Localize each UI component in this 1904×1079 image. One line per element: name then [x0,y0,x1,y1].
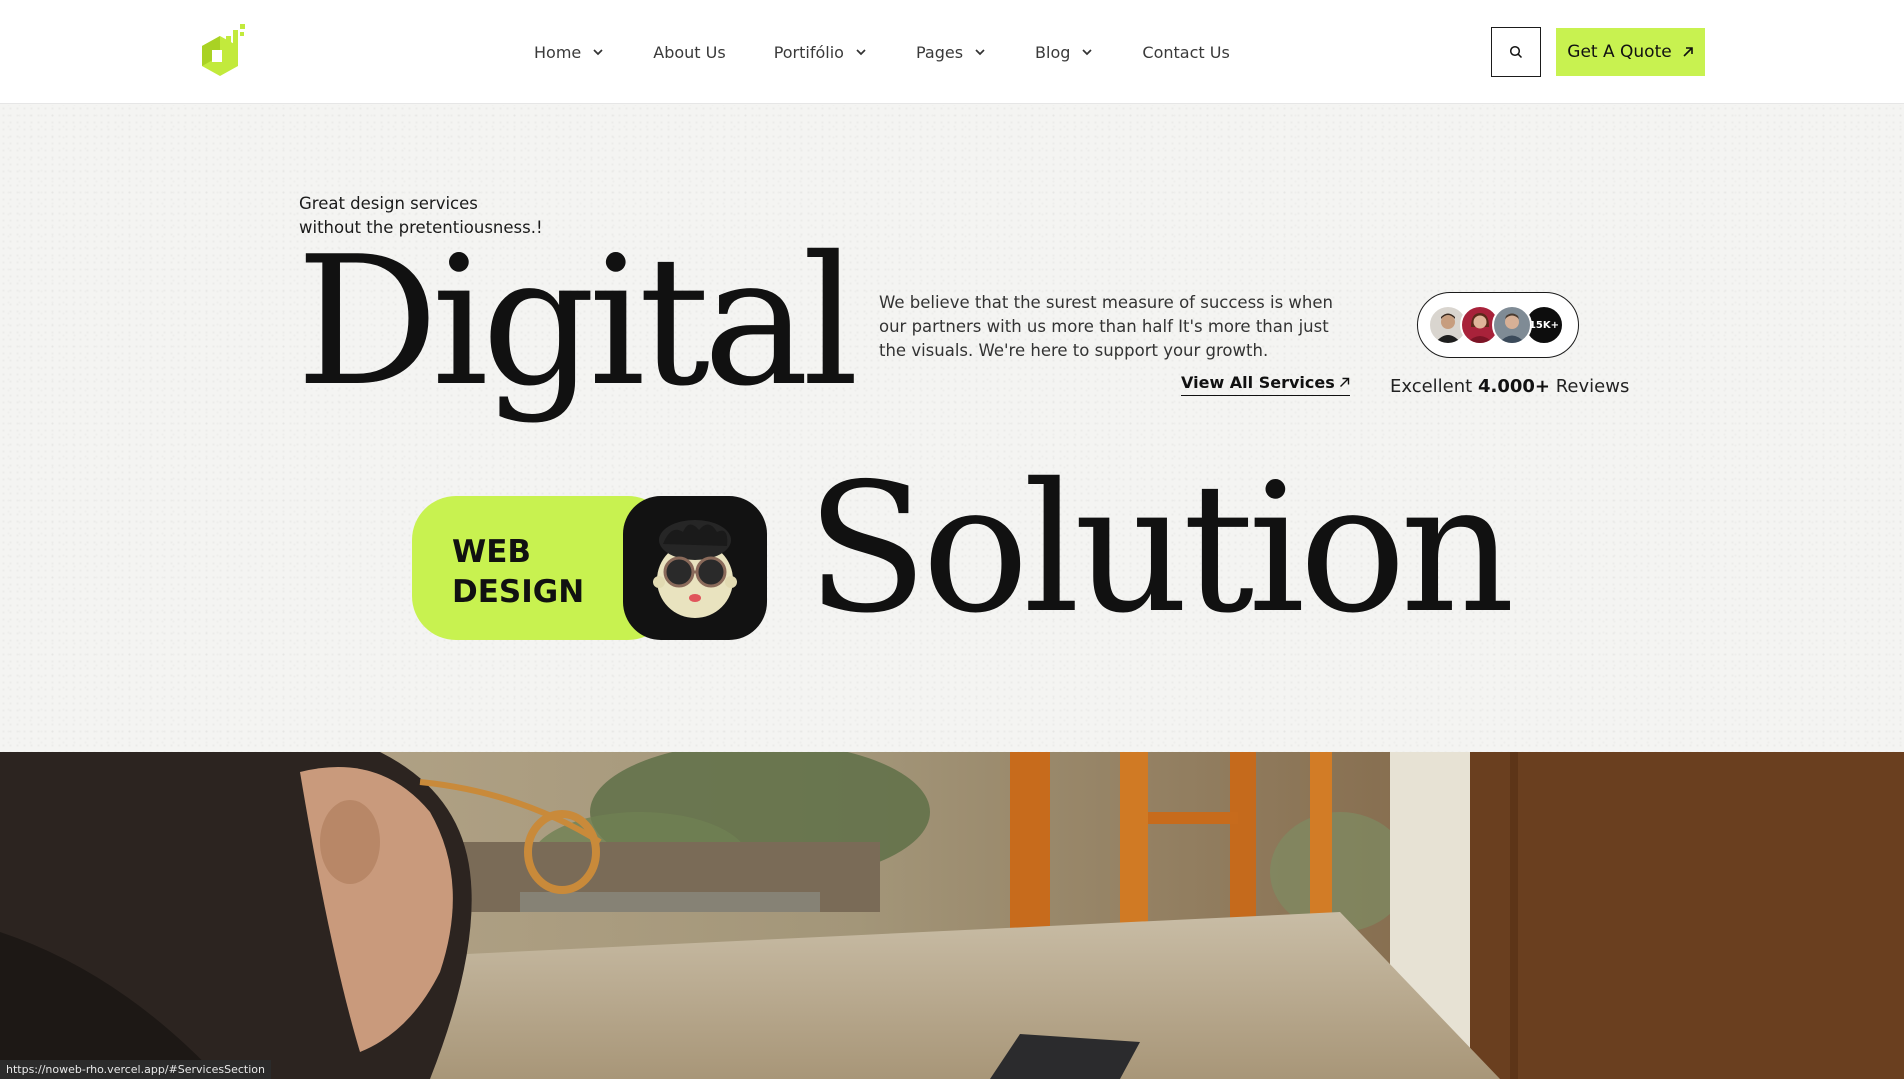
arrow-up-right-icon [1683,47,1693,57]
chevron-down-icon [975,49,985,56]
site-header: Home About Us Portifólio Pages Blog Cont… [0,0,1904,104]
headline-word-digital: Digital [296,218,859,425]
brand-logo-icon[interactable] [198,22,248,82]
reviews-suffix: Reviews [1555,376,1630,397]
reviewer-avatars: 15K+ [1417,292,1579,358]
reviews-number: 4.000+ [1477,376,1550,397]
nav-item-contact[interactable]: Contact Us [1142,43,1229,62]
chevron-down-icon [856,49,866,56]
nav-item-portfolio[interactable]: Portifólio [774,43,868,62]
main-nav: Home About Us Portifólio Pages Blog Cont… [534,0,1278,104]
view-all-services-label: View All Services [1181,373,1335,392]
nav-item-label: About Us [653,42,726,62]
search-button[interactable] [1491,27,1541,77]
nav-item-label: Pages [915,42,964,62]
reviews-prefix: Excellent [1390,376,1473,397]
character-avatar-tile [623,496,767,640]
arrow-up-right-icon [1339,377,1349,387]
hero-photo [0,752,1904,1079]
character-avatar-icon [653,520,737,618]
nav-item-label: Blog [1035,42,1071,62]
nav-item-pages[interactable]: Pages [916,43,987,62]
view-all-services-link[interactable]: View All Services [1181,373,1350,396]
nav-item-label: Portifólio [773,42,844,62]
nav-item-label: Contact Us [1142,42,1230,62]
reviews-summary: Excellent 4.000+ Reviews [1390,376,1629,397]
chevron-down-icon [1082,49,1093,56]
workspace-photo-image [0,752,1904,1079]
tagline-line-1: Great design services [299,194,478,213]
headline-word-solution: Solution [806,445,1515,652]
hero-section: Great design services without the preten… [0,105,1904,752]
status-bar-url: https://noweb-rho.vercel.app/#ServicesSe… [0,1060,271,1079]
nav-item-home[interactable]: Home [534,43,605,62]
get-a-quote-button[interactable]: Get A Quote [1556,28,1705,76]
chevron-down-icon [593,49,603,56]
nav-item-label: Home [534,42,582,62]
hero-description: We believe that the surest measure of su… [879,293,1333,360]
nav-item-about[interactable]: About Us [653,43,725,62]
nav-item-blog[interactable]: Blog [1035,43,1094,62]
search-icon [1509,45,1523,59]
person-avatar-icon [1499,313,1525,343]
get-a-quote-label: Get A Quote [1567,42,1672,62]
avatar [1492,305,1532,345]
